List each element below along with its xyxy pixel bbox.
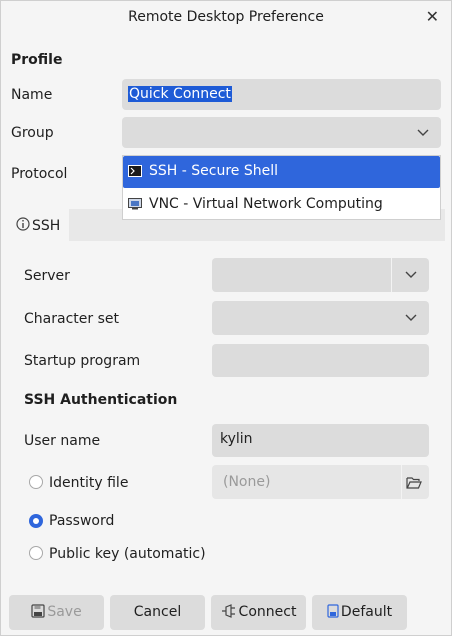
protocol-option-vnc-label: VNC - Virtual Network Computing <box>149 196 383 212</box>
name-label: Name <box>11 87 53 103</box>
group-select[interactable] <box>122 117 441 148</box>
charset-label: Character set <box>24 311 119 327</box>
cancel-label: Cancel <box>133 604 182 620</box>
group-label: Group <box>11 125 54 141</box>
protocol-dropdown-list: SSH - Secure Shell VNC - Virtual Network… <box>122 155 441 220</box>
protocol-label: Protocol <box>11 166 68 182</box>
server-label: Server <box>24 268 70 284</box>
terminal-icon <box>128 165 142 177</box>
password-label: Password <box>49 513 115 529</box>
default-label: Default <box>340 604 393 620</box>
chevron-down-icon <box>405 314 417 321</box>
ssh-auth-heading: SSH Authentication <box>24 392 178 408</box>
identity-file-radio[interactable] <box>29 475 43 489</box>
save-default-icon <box>327 604 339 618</box>
monitor-icon <box>128 198 142 210</box>
name-value: Quick Connect <box>128 86 232 102</box>
public-key-label: Public key (automatic) <box>49 546 206 562</box>
username-field[interactable]: kylin <box>212 424 429 457</box>
tab-ssh[interactable]: SSH <box>11 209 69 241</box>
chevron-down-icon <box>417 129 429 136</box>
window-title: Remote Desktop Preference <box>128 9 324 25</box>
preference-window: Remote Desktop Preference ✕ Profile Name… <box>0 0 452 636</box>
profile-heading: Profile <box>11 52 63 68</box>
username-value: kylin <box>220 431 253 447</box>
identity-file-chooser[interactable]: (None) <box>212 465 429 499</box>
floppy-disk-icon <box>31 604 45 618</box>
protocol-option-ssh-label: SSH - Secure Shell <box>149 163 278 179</box>
connect-button[interactable]: Connect <box>211 595 306 630</box>
server-combobox[interactable] <box>212 258 429 292</box>
info-icon <box>16 217 30 231</box>
name-field[interactable]: Quick Connect <box>122 79 441 110</box>
connect-label: Connect <box>238 604 297 620</box>
protocol-option-vnc[interactable]: VNC - Virtual Network Computing <box>123 189 440 221</box>
save-label: Save <box>47 604 82 620</box>
save-button[interactable]: Save <box>9 595 104 630</box>
tab-ssh-label: SSH <box>32 218 61 234</box>
cancel-button[interactable]: Cancel <box>110 595 205 630</box>
identity-file-value: (None) <box>223 474 271 490</box>
plug-icon <box>221 604 235 618</box>
public-key-radio[interactable] <box>29 546 43 560</box>
username-label: User name <box>24 433 101 449</box>
startup-label: Startup program <box>24 353 141 369</box>
folder-open-icon[interactable] <box>406 476 422 489</box>
identity-file-label: Identity file <box>49 475 129 491</box>
startup-program-field[interactable] <box>212 344 429 377</box>
password-radio[interactable] <box>29 514 43 528</box>
protocol-option-ssh[interactable]: SSH - Secure Shell <box>123 156 440 188</box>
charset-select[interactable] <box>212 301 429 335</box>
default-button[interactable]: Default <box>312 595 407 630</box>
chevron-down-icon[interactable] <box>403 267 419 283</box>
title-bar: Remote Desktop Preference ✕ <box>1 1 451 35</box>
close-icon[interactable]: ✕ <box>426 7 439 26</box>
